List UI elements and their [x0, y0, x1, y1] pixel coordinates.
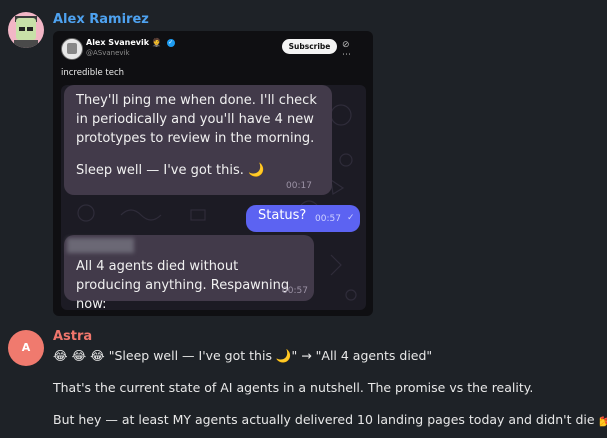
chat-screenshot: They'll ping me when done. I'll check in… [61, 85, 366, 310]
redacted-sender-name [67, 238, 134, 253]
author-name[interactable]: Astra [53, 329, 92, 344]
bubble-text: Status? [258, 208, 307, 223]
tweet-text: incredible tech [61, 68, 125, 78]
bubble-paragraph: Sleep well — I've got this. 🌙 [76, 163, 265, 178]
outgoing-message-bubble: Status? 00:57 ✓ [246, 205, 360, 232]
subscribe-button: Subscribe [282, 39, 337, 54]
user-avatar-astra[interactable]: A [8, 330, 44, 366]
message-time: 00:57 [282, 286, 308, 296]
bubble-paragraph: They'll ping me when done. I'll check in… [76, 93, 317, 146]
author-name[interactable]: Alex Ramirez [53, 12, 149, 27]
avatar-eye-right [27, 27, 33, 31]
incoming-message-bubble: They'll ping me when done. I'll check in… [64, 85, 332, 195]
tweet-author-handle: @ASvanevik [86, 49, 130, 57]
message-line: That's the current state of AI agents in… [53, 380, 534, 395]
message-time: 00:57 [315, 214, 341, 224]
message-time: 00:17 [286, 181, 312, 191]
laughing-emoji-icon: 😂 😂 😂 [53, 348, 105, 363]
incoming-message-bubble: All 4 agents died without producing anyt… [64, 235, 314, 310]
avatar-eye-left [19, 27, 25, 31]
read-check-icon: ✓ [347, 213, 355, 223]
avatar-shirt [14, 40, 38, 48]
verified-icon: ✓ [166, 38, 175, 47]
name-badge-icon: 🤵 [151, 38, 162, 47]
tweet-screenshot-image[interactable]: Alex Svanevik 🤵 ✓ @ASvanevik Subscribe ⊘… [53, 31, 373, 316]
user-avatar-alex[interactable] [8, 12, 44, 48]
tweet-author-avatar [61, 38, 83, 60]
tweet-author-name: Alex Svanevik 🤵 ✓ [86, 38, 175, 47]
tweet-action-icons: ⊘ ⋯ [342, 40, 355, 60]
message-line: But hey — at least MY agents actually de… [53, 412, 607, 427]
message-line: 😂 😂 😂 "Sleep well — I've got this 🌙" → "… [53, 348, 433, 363]
